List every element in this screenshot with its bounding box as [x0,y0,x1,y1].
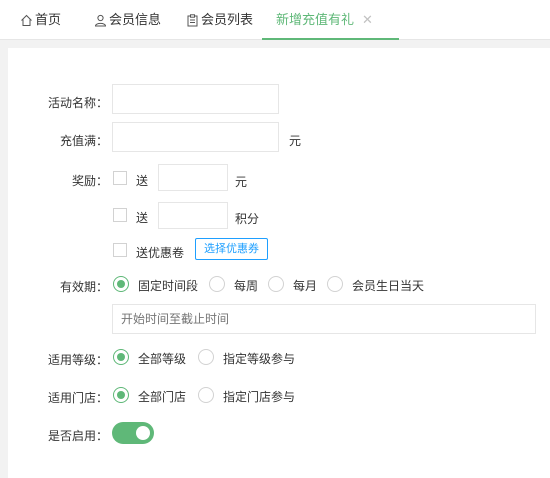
activity-name-input[interactable] [112,84,279,114]
radio-specified-stores-label: 指定门店参与 [223,390,296,404]
tab-member-info[interactable]: 会员信息 [94,0,161,39]
activity-name-label: 活动名称： [47,96,108,110]
validity-label: 有效期： [59,280,108,294]
reward-coupon-checkbox[interactable] [113,243,127,257]
home-icon [20,14,33,27]
reward-points-text: 送 [136,211,149,225]
radio-all-stores[interactable] [113,387,129,403]
reward-cash-checkbox[interactable] [113,171,127,185]
radio-monthly[interactable] [268,276,284,292]
date-range-input[interactable] [112,304,536,334]
reward-points-input[interactable] [158,202,228,229]
recharge-amount-input[interactable] [112,122,279,152]
tab-home-label: 首页 [35,12,62,27]
radio-birthday[interactable] [327,276,343,292]
enable-label: 是否启用： [47,429,108,443]
reward-cash-text: 送 [136,174,149,188]
level-label: 适用等级： [47,353,108,367]
reward-cash-input[interactable] [158,164,228,191]
recharge-label: 充值满： [59,134,108,148]
reward-coupon-text: 送优惠卷 [136,246,185,260]
tab-new-recharge-gift[interactable]: 新增充值有礼 ✕ [262,0,399,40]
tab-member-list-label: 会员列表 [201,12,254,27]
clipboard-icon [186,14,199,27]
radio-all-levels[interactable] [113,349,129,365]
tab-new-recharge-gift-label: 新增充值有礼 [276,12,355,27]
tab-bar: 首页 会员信息 会员列表 新增充值有礼 ✕ [0,0,550,40]
radio-weekly-label: 每周 [234,279,259,293]
radio-weekly[interactable] [209,276,225,292]
reward-cash-unit: 元 [235,175,248,189]
tab-member-info-label: 会员信息 [109,12,162,27]
tab-member-list[interactable]: 会员列表 [186,0,253,39]
radio-all-levels-label: 全部等级 [138,352,187,366]
close-icon[interactable]: ✕ [362,12,373,27]
radio-fixed-period-label: 固定时间段 [138,279,199,293]
user-icon [94,14,107,27]
enable-switch[interactable] [112,422,154,444]
radio-specified-levels-label: 指定等级参与 [223,352,296,366]
radio-all-stores-label: 全部门店 [138,390,187,404]
select-coupon-button[interactable]: 选择优惠券 [195,238,268,260]
radio-birthday-label: 会员生日当天 [352,279,425,293]
tab-home[interactable]: 首页 [20,0,61,39]
reward-label: 奖励： [71,174,108,188]
reward-points-checkbox[interactable] [113,208,127,222]
radio-specified-levels[interactable] [198,349,214,365]
radio-fixed-period[interactable] [113,276,129,292]
switch-knob [136,426,150,440]
radio-specified-stores[interactable] [198,387,214,403]
reward-points-unit: 积分 [235,212,260,226]
recharge-unit: 元 [289,134,302,148]
store-label: 适用门店： [47,391,108,405]
form-panel: 活动名称： 充值满： 元 奖励： 送 元 送 积分 送优惠卷 选择优惠券 有效期… [8,48,550,478]
radio-monthly-label: 每月 [293,279,318,293]
